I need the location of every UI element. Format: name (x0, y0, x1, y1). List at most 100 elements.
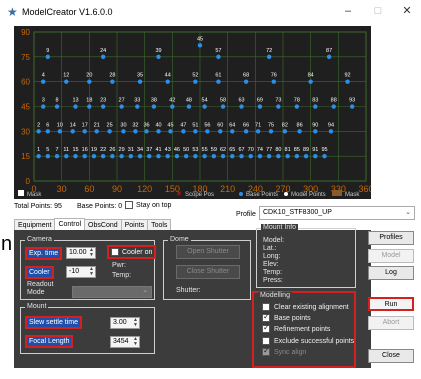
modelling-option[interactable]: Clear existing alignment (262, 303, 349, 311)
mask-legend-label: Mask (27, 192, 42, 198)
model-points-legend-label: Model Points (291, 192, 326, 198)
run-button[interactable]: Run (368, 297, 414, 311)
model-point (137, 154, 143, 159)
exp-time-input[interactable]: 10.00 ▲ ▼ (66, 247, 96, 259)
model-point-label: 81 (285, 147, 291, 153)
model-point (285, 154, 290, 159)
model-point (137, 79, 143, 84)
readout-mode-dropdown[interactable]: ⌄ (72, 286, 152, 298)
model-point (266, 54, 272, 60)
model-point (165, 154, 170, 159)
model-point-label: 82 (282, 122, 288, 128)
mount-model-label: Model: (263, 237, 285, 244)
model-point (170, 104, 175, 109)
modelling-option[interactable]: Base points (262, 312, 311, 322)
maximize-button[interactable]: □ (370, 4, 386, 18)
model-point (64, 154, 69, 159)
model-point-label: 50 (183, 147, 189, 153)
profiles-button[interactable]: Profiles (368, 231, 414, 245)
modelling-option[interactable]: Exclude successful points (262, 337, 354, 345)
cooler-on-checkbox[interactable]: Cooler on (107, 245, 157, 259)
shutter-label: Shutter: (176, 287, 201, 294)
model-point-label: 36 (143, 122, 149, 128)
tab-control[interactable]: Control (54, 218, 86, 230)
model-point-label: 25 (107, 122, 113, 128)
spinner-icon[interactable]: ▲ ▼ (89, 267, 94, 277)
spinner-icon[interactable]: ▲ ▼ (133, 337, 138, 347)
modelling-option[interactable]: Sync align (262, 346, 306, 356)
close-button[interactable]: Close (368, 349, 414, 363)
model-point (54, 104, 60, 109)
model-point (156, 154, 161, 159)
y-tick-label: 45 (21, 103, 30, 112)
cooler-value: -10 (69, 268, 80, 275)
model-point-label: 16 (82, 147, 88, 153)
model-point (100, 104, 106, 109)
scope-pos-legend-label: Scope Pos (185, 192, 214, 198)
model-point-label: 21 (94, 122, 100, 128)
stay-on-top-checkbox[interactable]: Stay on top (125, 201, 171, 209)
model-point-label: 12 (63, 73, 69, 79)
model-point (297, 129, 302, 134)
model-point-label: 40 (155, 122, 161, 128)
profile-value: CDK10_STF8300_UP (263, 209, 332, 216)
cooler-on-box[interactable] (111, 248, 119, 256)
mount-temp-label: Temp: (263, 269, 283, 276)
model-point (87, 104, 92, 109)
sky-point-chart[interactable]: 0306090120150180210240270300330360907560… (14, 26, 371, 199)
close-shutter-button[interactable]: Close Shutter (176, 265, 240, 279)
model-point (128, 154, 134, 159)
model-point-label: 1 (37, 147, 40, 153)
model-point-label: 33 (134, 98, 140, 104)
readout-mode-label: Readout Mode (27, 281, 54, 296)
mount-elev-label: Elev: (263, 261, 279, 268)
camera-group-label: Camera (25, 236, 54, 243)
model-point-label: 91 (312, 147, 318, 153)
model-point (243, 79, 249, 84)
spinner-icon[interactable]: ▲ ▼ (133, 318, 138, 328)
model-point (202, 154, 207, 159)
model-point-label: 45 (167, 122, 173, 128)
model-point-label: 65 (229, 147, 235, 153)
pwr-label: Pwr: (112, 262, 126, 269)
modelling-option[interactable]: Refinement points (262, 323, 330, 333)
model-point-label: 59 (211, 147, 217, 153)
cooler-input[interactable]: -10 ▲ ▼ (66, 266, 96, 278)
model-point-label: 38 (151, 98, 157, 104)
model-button[interactable]: Model (368, 249, 414, 263)
model-point-label: 30 (120, 122, 126, 128)
stay-on-top-box[interactable] (125, 201, 133, 209)
profile-dropdown[interactable]: CDK10_STF8300_UP ⌄ (259, 206, 415, 220)
slew-settle-time-input[interactable]: 3.00 ▲ ▼ (110, 317, 140, 329)
y-tick-label: 75 (21, 53, 30, 62)
abort-button[interactable]: Abort (368, 316, 414, 330)
log-button[interactable]: Log (368, 266, 414, 280)
modelling-option-checkbox[interactable] (262, 337, 270, 345)
modelling-option-checkbox[interactable] (262, 346, 270, 356)
modelling-option-checkbox[interactable] (262, 323, 270, 333)
chart-svg[interactable]: 0306090120150180210240270300330360907560… (14, 26, 371, 199)
spinner-icon[interactable]: ▲ ▼ (89, 248, 94, 258)
model-point (91, 154, 97, 159)
model-point (271, 79, 276, 84)
modelling-option-checkbox[interactable] (262, 303, 270, 311)
modelling-option-label: Clear existing alignment (274, 303, 349, 311)
model-point-label: 71 (255, 122, 261, 128)
model-point (41, 104, 46, 109)
x-tick-label: 60 (84, 184, 94, 194)
model-point-label: 47 (180, 122, 186, 128)
mount-lat-label: Lat.: (263, 245, 277, 252)
focal-length-input[interactable]: 3454 ▲ ▼ (110, 336, 140, 348)
modelling-option-checkbox[interactable] (262, 312, 270, 322)
model-point-label: 15 (72, 147, 78, 153)
model-point-label: 24 (100, 48, 106, 54)
close-window-button[interactable]: ✕ (399, 4, 415, 18)
open-shutter-button[interactable]: Open Shutter (176, 245, 240, 259)
model-point-label: 41 (155, 147, 161, 153)
title-bar: ★ ModelCreator V1.6.0.0 – □ ✕ (0, 0, 421, 24)
model-point (144, 129, 149, 134)
model-point (349, 104, 355, 109)
model-point-label: 85 (294, 147, 300, 153)
minimize-button[interactable]: – (340, 4, 356, 18)
model-point-label: 3 (42, 98, 45, 104)
